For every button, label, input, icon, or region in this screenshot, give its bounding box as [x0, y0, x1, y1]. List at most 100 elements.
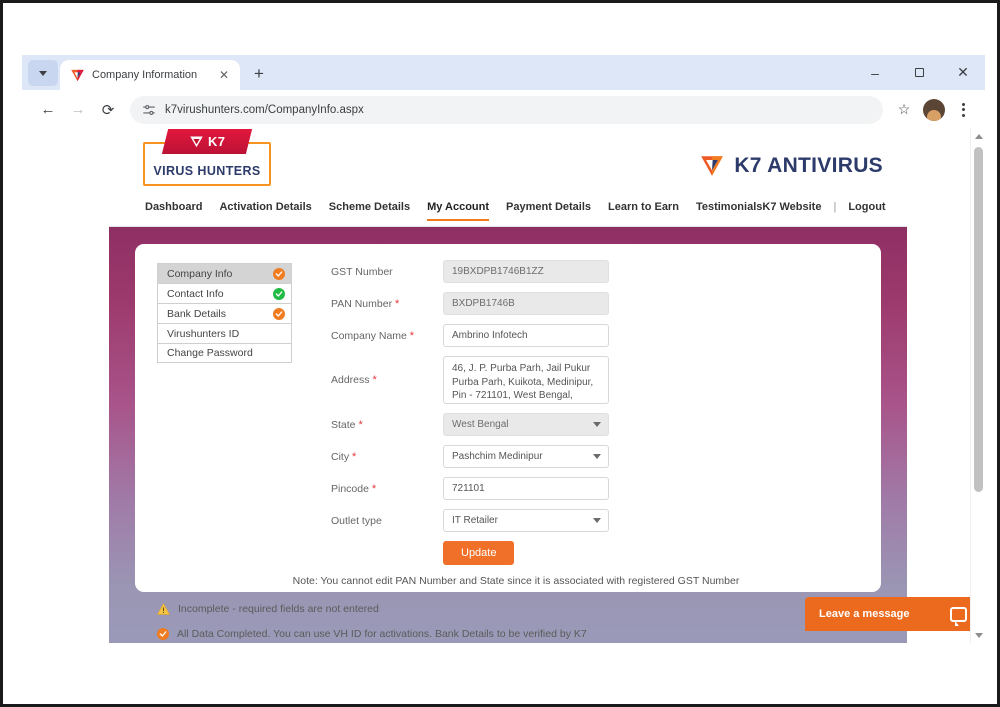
address-label: Address * [331, 356, 443, 387]
nav-item-dashboard[interactable]: Dashboard [145, 201, 202, 221]
window-maximize-button[interactable] [897, 55, 941, 90]
account-menu-item-virushunters-id[interactable]: Virushunters ID [157, 323, 292, 343]
account-menu-label: Bank Details [167, 307, 226, 320]
tab-search-button[interactable] [28, 60, 58, 86]
vertical-scrollbar[interactable] [970, 129, 985, 643]
status-legend: Incomplete - required fields are not ent… [157, 603, 887, 643]
address-bar[interactable]: k7virushunters.com/CompanyInfo.aspx [130, 95, 883, 124]
k7-shield-icon [190, 136, 203, 148]
chevron-down-icon [974, 633, 983, 638]
chat-bubble-icon [950, 606, 967, 626]
nav-item-k7-website[interactable]: K7 Website [762, 201, 821, 219]
company-info-form: GST Number 19BXDPB1746B1ZZ PAN Number * [293, 260, 861, 587]
company-name-label: Company Name * [331, 324, 443, 343]
account-menu-label: Company Info [167, 267, 233, 280]
back-button[interactable]: ← [34, 96, 62, 124]
pincode-label-text: Pincode [331, 483, 369, 495]
tab-close-icon[interactable]: ✕ [216, 67, 232, 83]
nav-item-scheme-details[interactable]: Scheme Details [329, 201, 410, 221]
nav-item-logout[interactable]: Logout [848, 201, 885, 219]
account-menu-item-company-info[interactable]: Company Info [157, 263, 292, 283]
leave-a-message-widget[interactable]: Leave a message [805, 597, 981, 631]
update-button-row: Update [443, 541, 861, 565]
city-label-text: City [331, 451, 350, 463]
form-note: Note: You cannot edit PAN Number and Sta… [292, 575, 740, 587]
pan-number-input[interactable]: BXDPB1746B [443, 292, 609, 315]
nav-primary-items: Dashboard Activation Details Scheme Deta… [145, 201, 762, 221]
nav-separator: | [833, 201, 837, 213]
state-label: State * [331, 413, 443, 432]
nav-item-learn-to-earn[interactable]: Learn to Earn [608, 201, 679, 221]
scrollbar-up-button[interactable] [971, 129, 985, 144]
window-close-button[interactable]: ✕ [941, 55, 985, 90]
city-label: City * [331, 445, 443, 464]
browser-menu-icon[interactable] [951, 97, 975, 123]
status-check-icon-green [273, 287, 285, 300]
url-text: k7virushunters.com/CompanyInfo.aspx [165, 103, 364, 116]
virus-hunters-k7-text: K7 [207, 134, 226, 149]
nav-item-my-account[interactable]: My Account [427, 201, 490, 221]
field-row-pincode: Pincode * 721101 [331, 477, 861, 500]
company-name-input[interactable]: Ambrino Infotech [443, 324, 609, 347]
k7-antivirus-shield-icon [701, 156, 724, 176]
maximize-square-icon [914, 68, 924, 77]
chevron-down-icon [593, 454, 601, 459]
nav-item-activation-details[interactable]: Activation Details [219, 201, 311, 221]
account-menu-label: Change Password [167, 347, 253, 359]
new-tab-button[interactable]: + [246, 61, 272, 87]
account-menu-item-bank-details[interactable]: Bank Details [157, 303, 292, 323]
bookmark-star-icon[interactable]: ☆ [891, 97, 917, 123]
legend-text-incomplete: Incomplete - required fields are not ent… [178, 603, 379, 615]
pincode-input[interactable]: 721101 [443, 477, 609, 500]
scrollbar-thumb[interactable] [974, 147, 983, 492]
status-check-icon-orange [157, 628, 169, 640]
state-select[interactable]: West Bengal [443, 413, 609, 436]
k7-antivirus-logo: K7 ANTIVIRUS [699, 153, 883, 179]
address-label-text: Address [331, 374, 370, 386]
account-menu-label: Contact Info [167, 287, 224, 300]
account-menu-label: Virushunters ID [167, 327, 240, 340]
required-asterisk: * [358, 419, 363, 431]
required-asterisk: * [371, 483, 377, 495]
address-textarea[interactable]: 46, J. P. Purba Parh, Jail Pukur Purba P… [443, 356, 609, 404]
field-row-city: City * Pashchim Medinipur [331, 445, 861, 468]
forward-button[interactable]: → [64, 96, 92, 124]
reload-button[interactable]: ⟳ [94, 96, 122, 124]
account-menu-item-contact-info[interactable]: Contact Info [157, 283, 292, 303]
gst-label-text: GST Number [331, 266, 393, 278]
chevron-up-icon [974, 134, 983, 139]
main-navigation: Dashboard Activation Details Scheme Deta… [109, 201, 907, 227]
nav-item-payment-details[interactable]: Payment Details [506, 201, 591, 221]
k7-antivirus-logo-text: K7 ANTIVIRUS [734, 154, 883, 177]
virus-hunters-logo-banner: K7 [161, 129, 253, 154]
city-select[interactable]: Pashchim Medinipur [443, 445, 609, 468]
outlet-type-select[interactable]: IT Retailer [443, 509, 609, 532]
account-menu-item-change-password[interactable]: Change Password [157, 343, 292, 363]
nav-item-testimonials[interactable]: Testimonials [696, 201, 762, 221]
gst-number-input[interactable]: 19BXDPB1746B1ZZ [443, 260, 609, 283]
site-content: VIRUS HUNTERS K7 K7 ANTIVIRUS Dashboard … [22, 129, 970, 643]
browser-window: Company Information ✕ + – ✕ ← → ⟳ k7viru… [22, 55, 985, 643]
site-header: VIRUS HUNTERS K7 K7 ANTIVIRUS [109, 129, 907, 201]
window-minimize-button[interactable]: – [853, 55, 897, 90]
required-asterisk: * [352, 451, 357, 463]
page-viewport: VIRUS HUNTERS K7 K7 ANTIVIRUS Dashboard … [22, 129, 985, 643]
site-settings-icon[interactable] [142, 103, 156, 117]
outlet-type-label: Outlet type [331, 509, 443, 528]
screenshot-frame: Company Information ✕ + – ✕ ← → ⟳ k7viru… [0, 0, 1000, 707]
legend-text-complete: All Data Completed. You can use VH ID fo… [177, 628, 587, 640]
update-button[interactable]: Update [443, 541, 515, 565]
account-card: Company Info Contact Info Bank Details V… [135, 244, 881, 592]
state-label-text: State [331, 419, 356, 431]
profile-avatar[interactable] [923, 98, 945, 121]
field-row-pan: PAN Number * BXDPB1746B [331, 292, 861, 315]
k7-shield-favicon [71, 69, 84, 81]
chevron-down-icon [593, 422, 601, 427]
virus-hunters-logo-text: VIRUS HUNTERS [153, 164, 261, 178]
legend-item-incomplete: Incomplete - required fields are not ent… [157, 603, 887, 615]
window-controls: – ✕ [853, 55, 985, 90]
scrollbar-down-button[interactable] [971, 628, 985, 643]
tab-strip: Company Information ✕ + – ✕ [22, 55, 985, 90]
browser-tab[interactable]: Company Information ✕ [60, 60, 240, 90]
account-section-menu: Company Info Contact Info Bank Details V… [157, 263, 292, 363]
